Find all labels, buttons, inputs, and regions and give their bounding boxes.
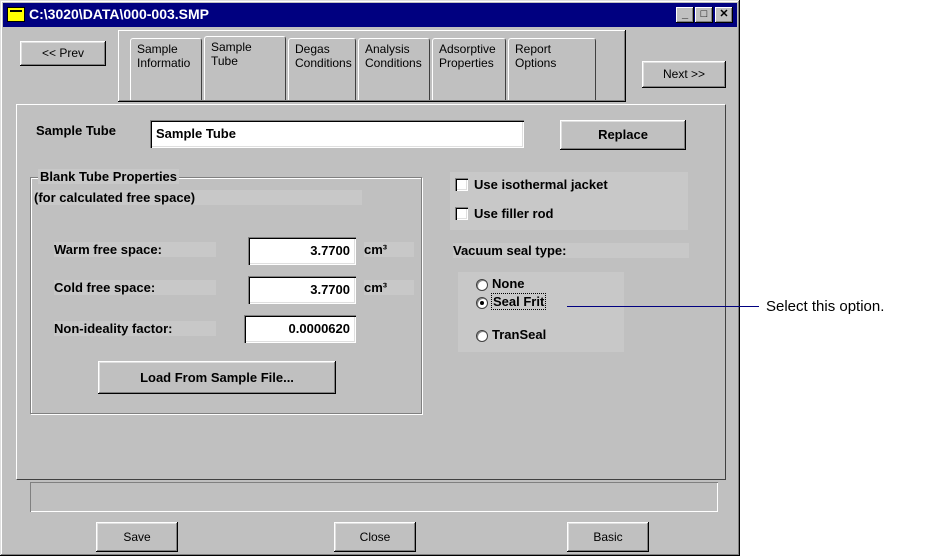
window-title: C:\3020\DATA\000-003.SMP <box>29 6 209 22</box>
radio-none[interactable] <box>476 279 488 291</box>
maximize-button[interactable]: □ <box>695 7 713 23</box>
warm-free-space-input[interactable]: 3.7700 <box>248 237 356 265</box>
tab-sample-information[interactable]: Sample Informatio <box>130 38 202 100</box>
status-bar <box>30 482 718 512</box>
filler-rod-label[interactable]: Use filler rod <box>474 206 553 221</box>
warm-free-space-label: Warm free space: <box>54 242 216 257</box>
app-window: C:\3020\DATA\000-003.SMP _ □ ✕ << Prev S… <box>0 0 740 556</box>
radio-none-label[interactable]: None <box>492 276 525 291</box>
cold-free-space-label: Cold free space: <box>54 280 216 295</box>
warm-unit: cm³ <box>364 242 414 257</box>
tab-sample-tube[interactable]: Sample Tube <box>204 36 286 100</box>
callout-line <box>567 306 759 307</box>
minimize-button[interactable]: _ <box>676 7 694 23</box>
sample-tube-input[interactable]: Sample Tube <box>150 120 524 148</box>
radio-transeal[interactable] <box>476 330 488 342</box>
tab-degas-conditions[interactable]: Degas Conditions <box>288 38 356 100</box>
cold-free-space-input[interactable]: 3.7700 <box>248 276 356 304</box>
cold-unit: cm³ <box>364 280 414 295</box>
filler-rod-checkbox[interactable] <box>455 207 468 220</box>
radio-seal-frit-label[interactable]: Seal Frit <box>491 293 547 310</box>
vacuum-seal-label: Vacuum seal type: <box>453 243 689 258</box>
prev-button[interactable]: << Prev <box>20 41 106 66</box>
title-bar[interactable]: C:\3020\DATA\000-003.SMP _ □ ✕ <box>3 3 737 27</box>
load-from-sample-file-button[interactable]: Load From Sample File... <box>98 361 336 394</box>
isothermal-label[interactable]: Use isothermal jacket <box>474 177 608 192</box>
tab-report-options[interactable]: Report Options <box>508 38 596 100</box>
blank-tube-title: Blank Tube Properties <box>38 169 180 184</box>
replace-button[interactable]: Replace <box>560 120 686 150</box>
folder-icon <box>7 7 25 22</box>
tab-analysis-conditions[interactable]: Analysis Conditions <box>358 38 430 100</box>
blank-tube-subtitle: (for calculated free space) <box>34 190 362 205</box>
close-button[interactable]: Close <box>334 522 416 552</box>
radio-transeal-label[interactable]: TranSeal <box>492 327 546 342</box>
callout-text: Select this option. <box>766 298 885 315</box>
isothermal-checkbox[interactable] <box>455 178 468 191</box>
basic-button[interactable]: Basic <box>567 522 649 552</box>
non-ideality-input[interactable]: 0.0000620 <box>244 315 356 343</box>
non-ideality-label: Non-ideality factor: <box>54 321 216 336</box>
tab-adsorptive-properties[interactable]: Adsorptive Properties <box>432 38 506 100</box>
sample-tube-label: Sample Tube <box>36 123 116 138</box>
next-button[interactable]: Next >> <box>642 61 726 88</box>
close-window-button[interactable]: ✕ <box>715 7 733 23</box>
save-button[interactable]: Save <box>96 522 178 552</box>
radio-seal-frit[interactable] <box>476 297 488 309</box>
